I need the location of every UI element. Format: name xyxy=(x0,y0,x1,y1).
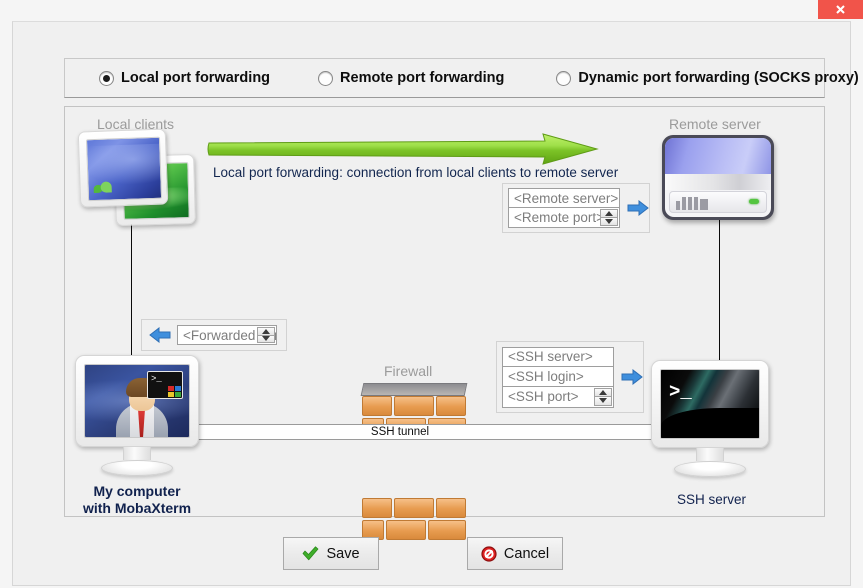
radio-dot-icon xyxy=(99,70,114,86)
save-button[interactable]: Save xyxy=(283,537,379,570)
close-icon xyxy=(836,5,845,14)
remote-server-field[interactable] xyxy=(508,188,620,208)
firewall-label: Firewall xyxy=(384,363,433,379)
radio-dot-icon xyxy=(318,70,334,86)
radio-local-port-forwarding[interactable]: Local port forwarding xyxy=(99,70,270,86)
radio-dynamic-port-forwarding[interactable]: Dynamic port forwarding (SOCKS proxy) xyxy=(556,70,859,86)
ssh-server-label: SSH server xyxy=(677,492,747,507)
ssh-login-input[interactable] xyxy=(508,368,613,384)
ssh-server-input[interactable] xyxy=(508,349,613,364)
client-panel: Local port forwarding Remote port forwar… xyxy=(12,21,859,586)
save-button-label: Save xyxy=(326,545,360,562)
local-client-screen-blue xyxy=(77,128,169,208)
my-computer-label-line2: with MobaXterm xyxy=(82,500,192,516)
remote-port-field[interactable] xyxy=(508,208,620,228)
green-arrow-right-icon xyxy=(205,133,600,168)
ssh-port-stepper[interactable] xyxy=(594,387,612,406)
radio-label-local: Local port forwarding xyxy=(121,70,271,86)
radio-remote-port-forwarding[interactable]: Remote port forwarding xyxy=(318,70,504,86)
ssh-port-decrement[interactable] xyxy=(594,396,612,406)
remote-port-increment[interactable] xyxy=(600,209,618,217)
forwarded-port-decrement[interactable] xyxy=(257,334,275,343)
forwarding-mode-group: Local port forwarding Remote port forwar… xyxy=(64,58,859,98)
terminal-prompt: >_ xyxy=(669,381,692,403)
forwarded-port-fieldbox xyxy=(141,319,287,351)
close-button[interactable] xyxy=(818,0,863,19)
arrow-left-icon xyxy=(149,327,171,343)
green-check-icon xyxy=(303,546,319,561)
remote-server-label: Remote server xyxy=(669,116,761,132)
radio-dot-icon xyxy=(556,70,572,86)
radio-label-dynamic: Dynamic port forwarding (SOCKS proxy) xyxy=(578,70,859,86)
cancel-button-label: Cancel xyxy=(503,545,550,562)
firewall-cap xyxy=(360,383,468,396)
radio-label-remote: Remote port forwarding xyxy=(340,70,505,86)
cancel-button[interactable]: Cancel xyxy=(467,537,563,570)
arrow-right-icon xyxy=(627,200,649,216)
ssh-login-field[interactable] xyxy=(502,366,614,387)
ssh-port-field[interactable] xyxy=(502,386,614,408)
firewall-icon-lower xyxy=(362,498,466,540)
remote-port-stepper[interactable] xyxy=(600,209,618,226)
local-clients-icon xyxy=(77,128,211,230)
ssh-server-screen: >_ xyxy=(660,369,760,439)
my-computer-label-line1: My computer xyxy=(93,483,181,499)
my-computer-screen: >_ xyxy=(84,364,190,438)
title-bar xyxy=(0,0,863,19)
remote-port-decrement[interactable] xyxy=(600,217,618,226)
remote-server-input[interactable] xyxy=(514,190,619,206)
diagram-description: Local port forwarding: connection from l… xyxy=(213,165,619,180)
ssh-server-icon: >_ xyxy=(651,360,769,477)
arrow-right-icon xyxy=(621,369,643,385)
remote-server-icon xyxy=(662,135,774,220)
forwarding-diagram: Local clients Local port forwarding: con… xyxy=(64,106,825,540)
server-led-icon xyxy=(749,198,759,204)
forwarded-port-field[interactable] xyxy=(177,325,277,345)
my-computer-label: My computer with MobaXterm xyxy=(75,483,199,517)
ssh-server-field[interactable] xyxy=(502,346,614,367)
forwarded-port-stepper[interactable] xyxy=(257,327,275,343)
ssh-endpoint-fieldbox xyxy=(496,341,644,413)
ssh-port-increment[interactable] xyxy=(594,387,612,396)
red-prohibition-icon xyxy=(481,545,497,562)
server-bars-icon xyxy=(676,196,708,210)
forwarded-port-increment[interactable] xyxy=(257,327,275,335)
remote-endpoint-fieldbox xyxy=(502,183,650,233)
my-computer-icon: >_ xyxy=(75,355,199,476)
port-forwarding-window: Local port forwarding Remote port forwar… xyxy=(0,0,863,588)
